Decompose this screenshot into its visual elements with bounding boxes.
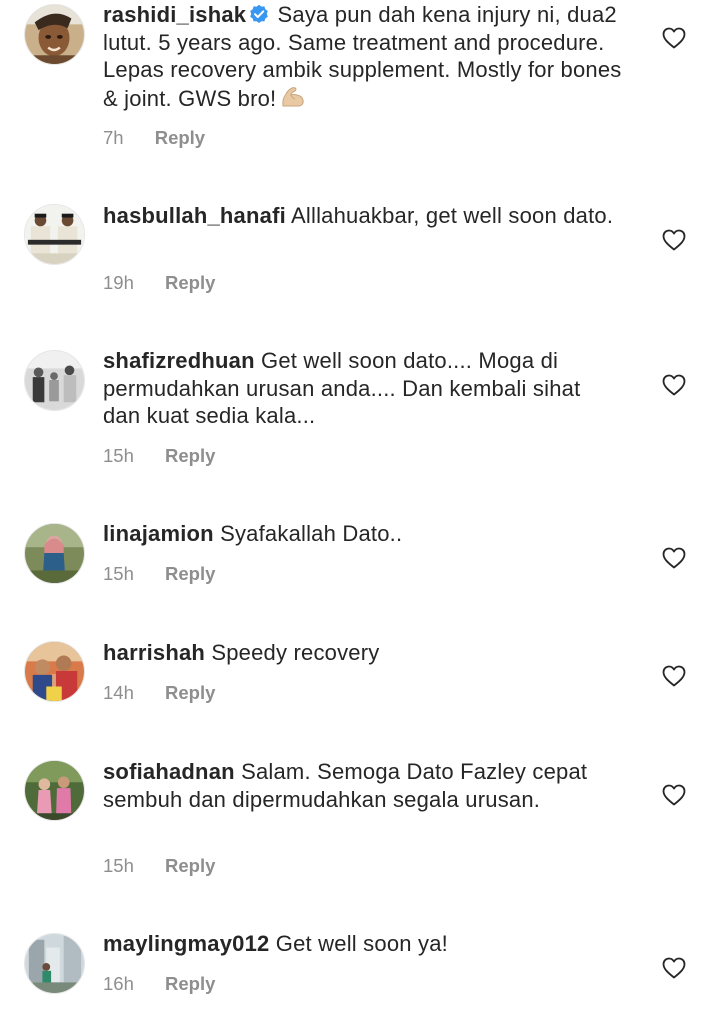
comment-timestamp: 7h (103, 127, 124, 148)
comment-username[interactable]: linajamion (103, 521, 214, 546)
comment-username[interactable]: harrishah (103, 640, 205, 665)
comment-username[interactable]: maylingmay012 (103, 931, 269, 956)
heart-outline-icon[interactable] (662, 784, 686, 806)
comment-text: rashidi_ishak Saya pun dah kena injury n… (103, 1, 623, 112)
comment-meta: 15h Reply (103, 563, 215, 585)
comment-username[interactable]: sofiahadnan (103, 759, 235, 784)
heart-outline-icon[interactable] (662, 27, 686, 49)
comment-meta: 15h Reply (103, 445, 215, 467)
avatar[interactable] (24, 204, 85, 265)
comment-meta: 15h Reply (103, 855, 215, 877)
heart-outline-icon[interactable] (662, 957, 686, 979)
reply-button[interactable]: Reply (165, 855, 215, 877)
reply-button[interactable]: Reply (155, 127, 205, 149)
flexed-biceps-icon (280, 84, 306, 110)
comment-timestamp: 16h (103, 973, 134, 994)
comment-text: hasbullah_hanafi Alllahuakbar, get well … (103, 202, 623, 230)
comment-text: linajamion Syafakallah Dato.. (103, 520, 623, 548)
comment-timestamp: 19h (103, 272, 134, 293)
avatar[interactable] (24, 4, 85, 65)
comment-text: harrishah Speedy recovery (103, 639, 623, 667)
heart-outline-icon[interactable] (662, 547, 686, 569)
verified-badge-icon (249, 3, 269, 24)
reply-button[interactable]: Reply (165, 973, 215, 995)
comment-text: sofiahadnan Salam. Semoga Dato Fazley ce… (103, 758, 623, 813)
avatar[interactable] (24, 350, 85, 411)
comment-body: Speedy recovery (211, 640, 380, 665)
comment-timestamp: 15h (103, 563, 134, 584)
comment-body: Alllahuakbar, get well soon dato. (291, 203, 614, 228)
comment-meta: 16h Reply (103, 973, 215, 995)
heart-outline-icon[interactable] (662, 229, 686, 251)
heart-outline-icon[interactable] (662, 665, 686, 687)
reply-button[interactable]: Reply (165, 445, 215, 467)
comment-timestamp: 14h (103, 682, 134, 703)
reply-button[interactable]: Reply (165, 272, 215, 294)
avatar[interactable] (24, 523, 85, 584)
comment-timestamp: 15h (103, 855, 134, 876)
avatar[interactable] (24, 641, 85, 702)
avatar[interactable] (24, 933, 85, 994)
reply-button[interactable]: Reply (165, 563, 215, 585)
comment-username[interactable]: shafizredhuan (103, 348, 255, 373)
comment-body: Syafakallah Dato.. (220, 521, 403, 546)
comment-timestamp: 15h (103, 445, 134, 466)
reply-button[interactable]: Reply (165, 682, 215, 704)
comment-username[interactable]: rashidi_ishak (103, 2, 246, 27)
heart-outline-icon[interactable] (662, 374, 686, 396)
avatar[interactable] (24, 760, 85, 821)
comment-text: maylingmay012 Get well soon ya! (103, 930, 623, 958)
comment-meta: 19h Reply (103, 272, 215, 294)
comment-username[interactable]: hasbullah_hanafi (103, 203, 286, 228)
comment-body: Get well soon ya! (275, 931, 448, 956)
comment-meta: 14h Reply (103, 682, 215, 704)
comment-meta: 7h Reply (103, 127, 205, 149)
comment-text: shafizredhuan Get well soon dato.... Mog… (103, 347, 623, 430)
